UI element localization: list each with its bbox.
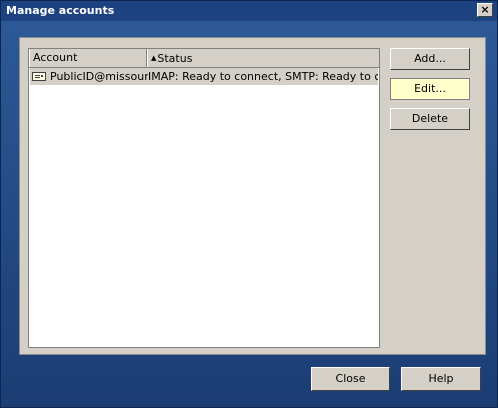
account-name: PublicID@missour…: [50, 70, 148, 83]
column-header-status[interactable]: ▲Status: [147, 49, 379, 67]
account-cell: PublicID@missour…: [32, 68, 148, 85]
column-header-status-label: Status: [157, 52, 193, 65]
status-cell: IMAP: Ready to connect, SMTP: Ready to c…: [148, 70, 378, 83]
close-button[interactable]: Close: [311, 367, 390, 391]
account-card-icon: [32, 72, 46, 81]
column-header-account-label: Account: [33, 51, 78, 64]
title-bar[interactable]: Manage accounts ×: [1, 1, 497, 21]
column-header-account[interactable]: Account: [29, 49, 147, 67]
sort-ascending-icon: ▲: [151, 54, 157, 62]
window-title: Manage accounts: [6, 4, 115, 17]
table-row[interactable]: PublicID@missour… IMAP: Ready to connect…: [30, 68, 378, 85]
close-icon: ×: [480, 3, 490, 16]
manage-accounts-window: Manage accounts × Account ▲Status Public…: [0, 0, 498, 408]
list-header: Account ▲Status: [29, 49, 379, 68]
edit-button[interactable]: Edit...: [390, 78, 470, 100]
accounts-list[interactable]: Account ▲Status PublicID@missour… IMAP: …: [28, 48, 380, 348]
window-close-button[interactable]: ×: [477, 3, 493, 17]
accounts-panel: Account ▲Status PublicID@missour… IMAP: …: [19, 37, 486, 355]
delete-button[interactable]: Delete: [390, 108, 470, 130]
add-button[interactable]: Add...: [390, 48, 470, 70]
help-button[interactable]: Help: [401, 367, 481, 391]
